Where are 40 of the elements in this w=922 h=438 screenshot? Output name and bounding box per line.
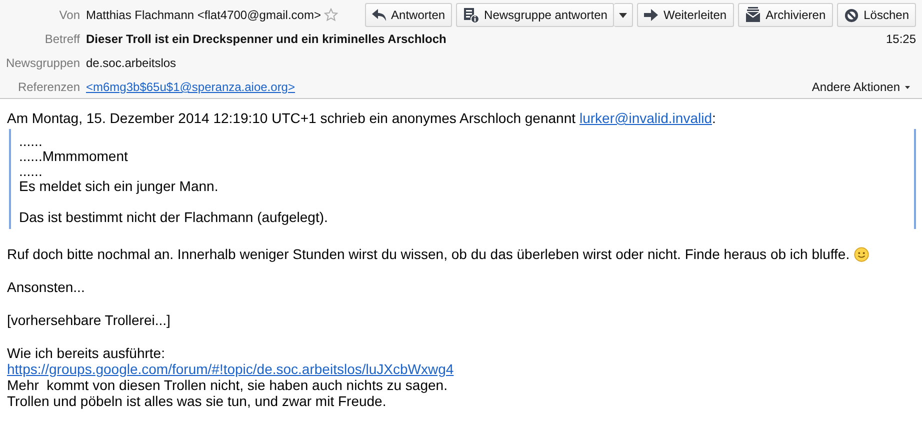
caret-icon <box>619 12 628 18</box>
email-link[interactable]: lurker@invalid.invalid <box>580 110 712 126</box>
field-label: Referenzen <box>16 80 81 94</box>
field-label: Betreff <box>44 32 81 46</box>
toolbar-button[interactable]: Newsgruppe antworten <box>456 3 614 27</box>
field-label: Von <box>58 8 81 22</box>
caret-icon <box>905 86 910 88</box>
quoted-line: Es meldet sich ein junger Mann. <box>19 179 220 194</box>
star-icon[interactable] <box>324 8 338 22</box>
field-label: Newsgruppen <box>4 56 81 70</box>
body-text: Mehr kommt von diesen Trollen nicht, sie haben auch nichts zu sagen. <box>7 377 448 393</box>
sender-address[interactable]: Matthias Flachmann <flat4700@gmail.com> <box>86 8 321 22</box>
message-time: 15:25 <box>886 32 916 46</box>
quoted-line: ......Mmmmoment <box>19 149 129 164</box>
toolbar-button[interactable]: Löschen <box>836 3 916 27</box>
body-text: Trollen und pöbeln ist alles was sie tun, und zwar mit Freude. <box>7 393 386 409</box>
body-text: [vorhersehbare Trollerei...] <box>7 312 170 328</box>
quoted-line: ...... <box>19 134 44 149</box>
url-link[interactable]: https://groups.google.com/forum/#!topic/de.soc.arbeitslos/luJXcbWxwg4 <box>7 361 454 377</box>
subject-text: Dieser Troll ist ein Dreckspenner und ein kriminelles Arschloch <box>86 32 446 46</box>
quoted-line: ...... <box>19 164 44 179</box>
reference-link[interactable]: <m6mg3b$65u$1@speranza.aioe.org> <box>86 80 295 94</box>
newsgroup-icon <box>463 7 480 23</box>
body-text: Ansonsten... <box>7 279 85 295</box>
body-text: Wie ich bereits ausführte: <box>7 345 165 361</box>
toolbar-button[interactable]: Weiterleiten <box>637 3 734 27</box>
body-text: Ruf doch bitte nochmal an. Innerhalb weniger Stunden wirst du wissen, ob du das überleben wirst oder nicht. Finde heraus ob ich bluffe. <box>7 246 850 262</box>
attribution-text: Am Montag, 15. Dezember 2014 12:19:10 UTC+1 schrieb ein anonymes Arschloch genannt <box>7 110 576 126</box>
toolbar-button[interactable]: Antworten <box>365 3 452 27</box>
dropdown-button[interactable] <box>614 3 634 27</box>
no-entry-icon <box>844 8 859 22</box>
smiley-icon <box>854 246 869 262</box>
other-actions-button[interactable]: Andere Aktionen <box>806 80 916 94</box>
quoted-line: Das ist bestimmt nicht der Flachmann (aufgelegt). <box>19 210 329 225</box>
punctuation: : <box>712 110 716 126</box>
reply-icon <box>372 9 386 21</box>
archive-icon <box>744 7 761 23</box>
arrow-right-icon <box>644 9 658 21</box>
toolbar-button[interactable]: Archivieren <box>738 3 833 27</box>
newsgroup-name[interactable]: de.soc.arbeitslos <box>86 56 176 70</box>
